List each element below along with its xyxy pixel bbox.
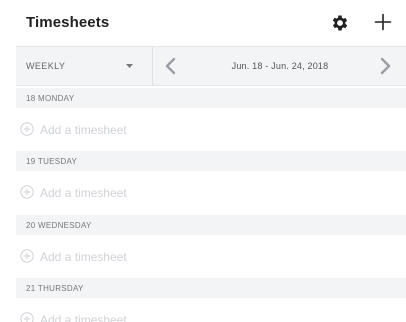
gear-icon[interactable] — [330, 13, 350, 33]
period-dropdown-label: WEEKLY — [26, 61, 66, 71]
day-header-wednesday: 20 WEDNESDAY — [16, 215, 406, 235]
plus-circle-icon — [20, 312, 34, 322]
add-timesheet-label: Add a timesheet — [40, 250, 127, 264]
page-title: Timesheets — [26, 14, 110, 31]
chevron-left-icon[interactable] — [164, 57, 178, 75]
plus-circle-icon — [20, 249, 34, 263]
day-header-monday: 18 MONDAY — [16, 88, 406, 108]
add-timesheet-label: Add a timesheet — [40, 186, 127, 200]
caret-down-icon — [126, 64, 133, 68]
plus-circle-icon — [20, 185, 34, 199]
app-header: Timesheets — [0, 0, 406, 44]
add-timesheet-button[interactable] — [374, 13, 392, 31]
chevron-right-icon[interactable] — [378, 57, 392, 75]
add-timesheet-label: Add a timesheet — [40, 313, 127, 322]
day-label: 18 MONDAY — [26, 94, 75, 103]
period-dropdown[interactable]: WEEKLY — [16, 47, 152, 85]
day-label: 19 TUESDAY — [26, 157, 78, 166]
toolbar-divider — [152, 47, 153, 85]
day-header-tuesday: 19 TUESDAY — [16, 151, 406, 171]
add-timesheet-row[interactable]: Add a timesheet — [16, 239, 406, 273]
add-timesheet-row[interactable]: Add a timesheet — [16, 302, 406, 322]
day-label: 20 WEDNESDAY — [26, 221, 92, 230]
day-header-thursday: 21 THURSDAY — [16, 278, 406, 298]
add-timesheet-row[interactable]: Add a timesheet — [16, 112, 406, 146]
add-timesheet-label: Add a timesheet — [40, 123, 127, 137]
day-label: 21 THURSDAY — [26, 284, 84, 293]
plus-circle-icon — [20, 122, 34, 136]
period-toolbar: WEEKLY Jun. 18 - Jun. 24, 2018 — [16, 46, 406, 86]
add-timesheet-row[interactable]: Add a timesheet — [16, 175, 406, 209]
date-range: Jun. 18 - Jun. 24, 2018 — [231, 61, 329, 71]
